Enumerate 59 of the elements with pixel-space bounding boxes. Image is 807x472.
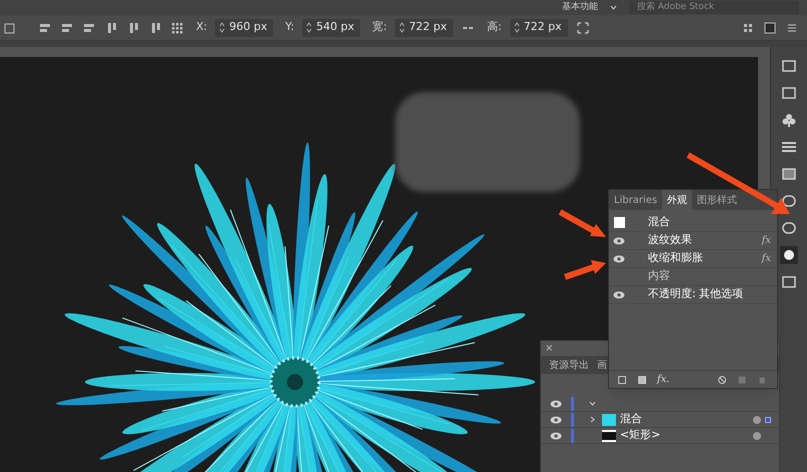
dimension-field[interactable]: 722 px: [394, 18, 453, 36]
appearance-label: 内容: [648, 268, 670, 284]
layer-name: 混合: [620, 411, 642, 428]
panel-icon[interactable]: [763, 20, 777, 34]
workspace-switcher[interactable]: 基本功能: [562, 0, 598, 14]
layer-thumbnail: [602, 430, 616, 442]
appearance-label: 收缩和膨胀: [648, 250, 703, 266]
field-label: Y:: [285, 19, 294, 36]
layer-name: <矩形>: [620, 427, 660, 444]
appearance-row[interactable]: 混合: [609, 214, 777, 232]
panel-tab[interactable]: 画: [597, 358, 607, 372]
eye-icon[interactable]: [550, 432, 562, 440]
appearance-row[interactable]: 波纹效果 fx: [609, 232, 777, 250]
field-label: X:: [196, 19, 208, 36]
appearance-label: 波纹效果: [648, 232, 692, 248]
field-value: 960 px: [229, 19, 268, 36]
eye-icon[interactable]: [613, 254, 625, 262]
layer-row[interactable]: 混合: [541, 412, 779, 428]
field-label: 高:: [486, 19, 502, 36]
stepper-icon[interactable]: [514, 22, 520, 33]
appearance-label: 混合: [648, 214, 670, 230]
panel-tab[interactable]: 资源导出: [549, 358, 589, 372]
panel-tab[interactable]: 外观: [662, 190, 692, 210]
field-value: 722 px: [524, 19, 562, 36]
effect-indicator[interactable]: fx: [762, 233, 771, 248]
club-icon[interactable]: [780, 111, 798, 129]
eye-icon[interactable]: [613, 290, 625, 298]
panel-tab[interactable]: 图形样式: [692, 190, 742, 210]
search-field[interactable]: 搜索 Adobe Stock: [629, 1, 799, 14]
layer-row[interactable]: <矩形>: [541, 428, 779, 444]
dimension-field[interactable]: 722 px: [510, 18, 568, 36]
field-label: 宽:: [372, 19, 387, 36]
annotation-arrow: [558, 209, 606, 237]
close-icon[interactable]: ×: [541, 341, 558, 356]
chevron-down-icon[interactable]: [588, 400, 596, 407]
stepper-icon[interactable]: [219, 22, 226, 33]
stepper-icon[interactable]: [306, 22, 312, 33]
add-effect-button[interactable]: fx.: [657, 372, 670, 387]
dimension-field[interactable]: 960 px: [215, 18, 274, 36]
fill-swatch: [614, 217, 624, 228]
eye-icon[interactable]: [550, 400, 562, 408]
panel-tab[interactable]: Libraries: [609, 190, 662, 210]
reference-point-icon[interactable]: [170, 20, 184, 34]
field-value: 722 px: [408, 19, 447, 36]
annotation-arrow: [564, 260, 606, 280]
stepper-icon[interactable]: [398, 22, 405, 33]
layer-thumbnail: [602, 414, 616, 426]
transform-icon[interactable]: [576, 20, 590, 34]
chevron-right-icon[interactable]: [588, 416, 596, 423]
eye-icon[interactable]: [550, 416, 562, 424]
appearance-row[interactable]: 内容: [609, 268, 777, 286]
appearance-row[interactable]: 不透明度: 其他选项: [609, 286, 777, 304]
dimension-field[interactable]: 540 px: [302, 18, 360, 36]
chevron-down-icon[interactable]: [610, 5, 617, 10]
eye-icon[interactable]: [613, 236, 625, 244]
field-value: 540 px: [316, 19, 354, 36]
appearance-label: 不透明度: 其他选项: [648, 286, 744, 302]
effect-indicator[interactable]: fx: [762, 251, 771, 266]
appearance-row[interactable]: 收缩和膨胀 fx: [609, 250, 777, 268]
